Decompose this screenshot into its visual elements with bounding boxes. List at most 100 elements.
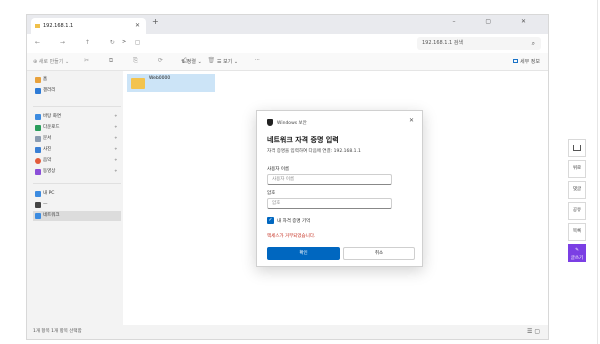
top-button[interactable]: 위로 [568, 160, 586, 178]
cut-copy-paste-icons[interactable]: ✂ ⧉ ⎘ ⟳ ⎙ 🗑 [84, 57, 224, 65]
sidebar-item-label: 갤러리 [43, 88, 56, 93]
search-placeholder: 192.168.1.1 검색 [422, 40, 464, 46]
pin-icon: ⌖ [114, 158, 117, 163]
pin-icon: ⌖ [114, 125, 117, 130]
checkmark-icon: ✓ [267, 217, 274, 224]
sidebar-item-label: — [43, 202, 48, 207]
sidebar-item-label: 홈 [43, 77, 48, 82]
share-button[interactable]: 공유 [568, 202, 586, 220]
pin-icon: ⌖ [114, 169, 117, 174]
more-button[interactable]: ··· [255, 57, 260, 63]
sidebar-item-label: 문서 [43, 136, 52, 141]
username-label: 사용자 이름 [267, 167, 290, 172]
command-bar: ⊕ 새로 만들기 ⌄ ✂ ⧉ ⎘ ⟳ ⎙ 🗑 ⇅ 정렬 ⌄ ☰ 보기 ⌄ ···… [27, 53, 548, 71]
divider [33, 183, 121, 184]
dialog-header: Windows 보안 [267, 119, 307, 126]
credential-dialog: Windows 보안 ✕ 네트워크 자격 증명 입력 자격 증명을 입력하여 다… [256, 110, 423, 267]
status-bar: 1개 항목 1개 항목 선택함 ☰ ▢ [27, 325, 548, 339]
address-bar: ← → ↑ ↻ ▢ > 192.168.1.1 검색 ⌕ [27, 34, 548, 53]
sidebar-item-label: 동영상 [43, 169, 56, 174]
sidebar-item-downloads[interactable]: 다운로드 ⌖ [33, 123, 121, 133]
dialog-title: 네트워크 자격 증명 입력 [267, 136, 339, 144]
sort-button[interactable]: ⇅ 정렬 ⌄ [181, 58, 202, 65]
sidebar-item-network[interactable]: 네트워크 [33, 211, 121, 221]
tab-title: 192.168.1.1 [43, 23, 74, 29]
dialog-description: 자격 증명을 입력하여 다음에 연결: 192.168.1.1 [267, 149, 361, 154]
status-text: 1개 항목 1개 항목 선택함 [33, 329, 82, 334]
new-button[interactable]: ⊕ 새로 만들기 ⌄ [33, 58, 69, 65]
cancel-button[interactable]: 취소 [343, 247, 415, 260]
download-icon [35, 125, 41, 131]
write-button[interactable]: ✎ 글쓰기 [568, 244, 586, 262]
sidebar-item-label: 바탕 화면 [43, 114, 61, 119]
password-label: 암호 [267, 191, 276, 196]
sidebar-item-label: 네트워크 [43, 213, 60, 218]
pencil-icon: ✎ [575, 248, 579, 253]
page: 192.168.1.1 ✕ + – ▢ ✕ ← → ↑ ↻ ▢ > 192.16… [0, 0, 600, 344]
pin-icon: ⌖ [114, 147, 117, 152]
window-controls[interactable]: – ▢ ✕ [452, 18, 540, 25]
dialog-close-button[interactable]: ✕ [409, 117, 414, 124]
folder-icon [131, 78, 145, 89]
error-message: 액세스가 거부되었습니다. [267, 234, 316, 239]
folder-item-selected[interactable]: Web0000 [127, 74, 215, 92]
pin-icon: ⌖ [114, 114, 117, 119]
home-icon [35, 77, 41, 83]
folder-icon [35, 24, 40, 28]
write-label: 글쓰기 [570, 256, 584, 261]
comment-button[interactable]: 댓글 [568, 181, 586, 199]
list-button[interactable]: 목록 [568, 223, 586, 241]
sidebar-item-home[interactable]: 홈 [33, 75, 121, 85]
ok-button[interactable]: 확인 [267, 247, 340, 260]
network-icon [35, 213, 41, 219]
sidebar-item-music[interactable]: 음악 ⌖ [33, 156, 121, 166]
title-bar: 192.168.1.1 ✕ + – ▢ ✕ [27, 15, 548, 34]
computer-icon [35, 191, 41, 197]
remember-label: 내 자격 증명 기억 [277, 219, 311, 224]
sidebar-item-pictures[interactable]: 사진 ⌖ [33, 145, 121, 155]
new-tab-button[interactable]: + [152, 17, 159, 26]
like-button[interactable] [568, 139, 586, 157]
username-field[interactable]: 사용자 이름 [267, 174, 392, 185]
documents-icon [35, 136, 41, 142]
view-button[interactable]: ☰ 보기 ⌄ [217, 58, 238, 65]
username-placeholder: 사용자 이름 [272, 177, 295, 182]
music-icon [35, 158, 41, 164]
sidebar-item-label: 내 PC [43, 191, 55, 196]
desktop-icon [35, 114, 41, 120]
details-icon [513, 59, 518, 63]
search-icon: ⌕ [531, 40, 535, 47]
gallery-icon [35, 88, 41, 94]
details-label: 세부 정보 [520, 59, 540, 65]
tab-close-icon[interactable]: ✕ [135, 18, 140, 34]
breadcrumb[interactable]: > [122, 39, 126, 45]
tab-192-168-1-1[interactable]: 192.168.1.1 ✕ [31, 18, 146, 34]
remember-credentials-checkbox[interactable]: ✓ 내 자격 증명 기억 [267, 217, 310, 225]
sidebar-item-videos[interactable]: 동영상 ⌖ [33, 167, 121, 177]
drive-icon [35, 202, 41, 208]
details-button[interactable]: 세부 정보 [513, 58, 540, 65]
divider [33, 106, 121, 107]
sidebar-item-desktop[interactable]: 바탕 화면 ⌖ [33, 112, 121, 122]
videos-icon [35, 169, 41, 175]
sidebar-item-label: 다운로드 [43, 125, 60, 130]
password-placeholder: 암호 [272, 201, 281, 206]
sidebar-item-label: 사진 [43, 147, 52, 152]
divider [597, 0, 598, 344]
sidebar-item-drive[interactable]: — [33, 200, 121, 210]
pictures-icon [35, 147, 41, 153]
sidebar-item-gallery[interactable]: 갤러리 [33, 86, 121, 96]
view-toggle-icons[interactable]: ☰ ▢ [527, 325, 540, 339]
home-outline-icon [573, 145, 581, 151]
password-field[interactable]: 암호 [267, 198, 392, 209]
pin-icon: ⌖ [114, 136, 117, 141]
dialog-header-label: Windows 보안 [277, 121, 307, 126]
navigation-pane: 홈 갤러리 바탕 화면 ⌖ 다운로드 ⌖ 문서 ⌖ 사진 ⌖ 음악 ⌖ 동영상 … [27, 71, 123, 325]
shield-icon [267, 119, 273, 126]
sidebar-item-label: 음악 [43, 158, 52, 163]
navigation-buttons[interactable]: ← → ↑ ↻ ▢ [35, 39, 149, 46]
sidebar-item-documents[interactable]: 문서 ⌖ [33, 134, 121, 144]
search-input[interactable]: 192.168.1.1 검색 ⌕ [417, 37, 541, 50]
sidebar-item-this-pc[interactable]: 내 PC [33, 189, 121, 199]
folder-name: Web0000 [149, 76, 171, 81]
